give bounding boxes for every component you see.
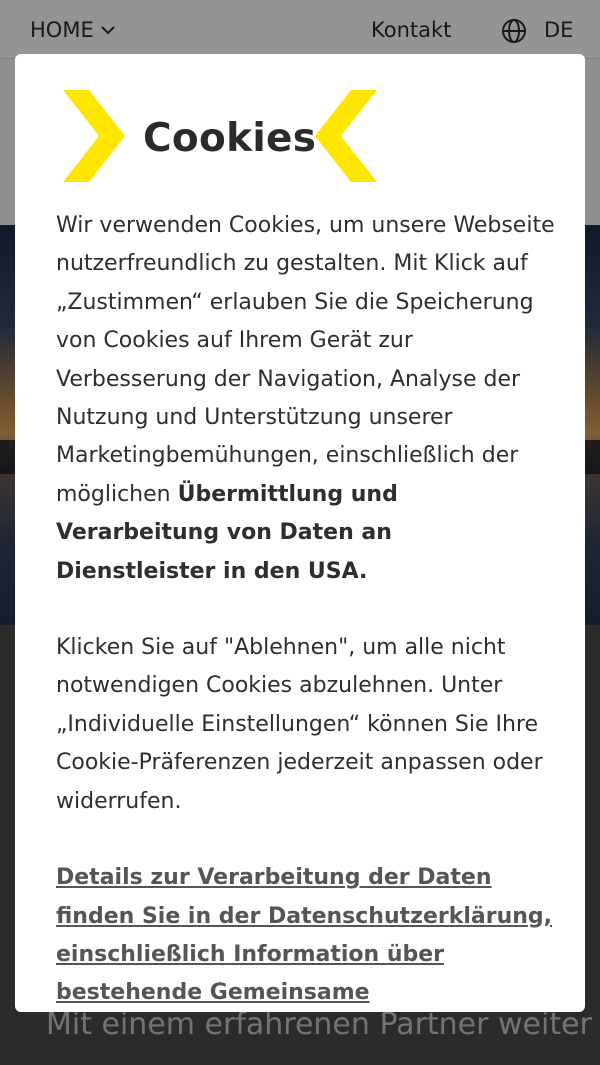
chevron-right-logo-icon <box>63 90 125 182</box>
privacy-policy-link[interactable]: Details zur Verarbeitung der Daten finde… <box>56 865 552 1005</box>
consent-paragraph: Wir verwenden Cookies, um unsere Webseit… <box>56 207 556 591</box>
chevron-left-logo-icon <box>315 90 377 182</box>
decline-paragraph: Klicken Sie auf "Ablehnen", um alle nich… <box>56 635 543 814</box>
dialog-body: Wir verwenden Cookies, um unsere Webseit… <box>56 207 556 1012</box>
consent-text: Wir verwenden Cookies, um unsere Webseit… <box>56 213 555 507</box>
page: HOME Kontakt DE Mit einem erfahrenen Par… <box>0 0 600 1065</box>
dialog-header: Cookies <box>15 88 585 184</box>
cookie-dialog: Cookies Wir verwenden Cookies, um unsere… <box>15 54 585 1012</box>
privacy-paragraph: Details zur Verarbeitung der Daten finde… <box>56 859 556 1012</box>
dialog-title: Cookies <box>143 116 317 161</box>
